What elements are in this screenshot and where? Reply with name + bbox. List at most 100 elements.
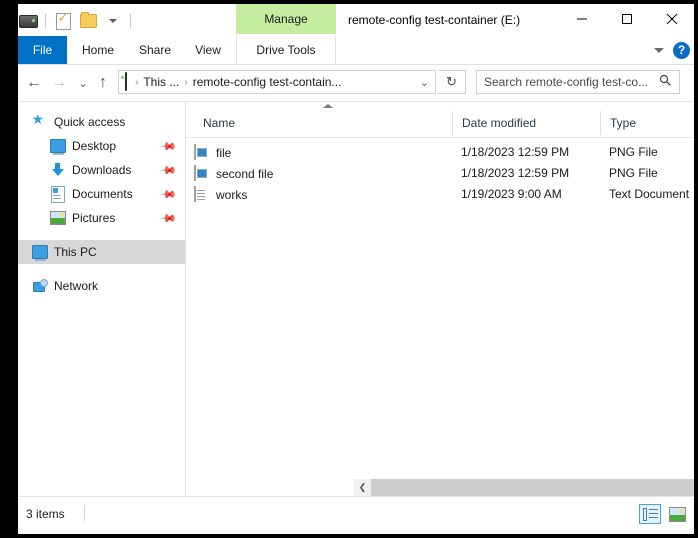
file-type-cell: Text Document bbox=[609, 187, 690, 201]
search-icon bbox=[659, 74, 672, 90]
file-rows: file 1/18/2023 12:59 PM PNG File second … bbox=[186, 142, 694, 205]
file-name-cell: file bbox=[194, 142, 231, 163]
help-button[interactable]: ? bbox=[673, 41, 690, 59]
breadcrumb-item-this-pc[interactable]: This ... bbox=[143, 75, 179, 89]
breadcrumb[interactable]: › This ... › remote-config test-contain.… bbox=[118, 70, 436, 94]
navigation-pane: Quick access Desktop 📌 Downloads 📌 Docum… bbox=[18, 102, 186, 496]
forward-button[interactable]: → bbox=[47, 71, 71, 95]
downloads-icon bbox=[50, 162, 66, 178]
file-type-cell: PNG File bbox=[609, 166, 658, 180]
minimize-button[interactable] bbox=[559, 4, 604, 34]
explorer-body: Quick access Desktop 📌 Downloads 📌 Docum… bbox=[18, 102, 694, 496]
close-button[interactable] bbox=[649, 4, 694, 34]
breadcrumb-separator: › bbox=[135, 76, 139, 88]
customize-caret-icon[interactable] bbox=[103, 11, 123, 31]
file-explorer-window: Manage remote-config test-container (E:)… bbox=[18, 4, 694, 534]
file-date-cell: 1/19/2023 9:00 AM bbox=[461, 187, 562, 201]
ribbon-tab-bar: File Home Share View Drive Tools ? bbox=[18, 36, 694, 65]
table-row[interactable]: file 1/18/2023 12:59 PM PNG File bbox=[186, 142, 694, 163]
toolbar-divider bbox=[45, 14, 46, 28]
quick-access-icon bbox=[32, 112, 48, 130]
contextual-tab-label: Manage bbox=[264, 12, 308, 26]
window-controls bbox=[559, 4, 694, 34]
sidebar-item-desktop[interactable]: Desktop 📌 bbox=[18, 134, 185, 158]
details-view-button[interactable] bbox=[639, 504, 661, 524]
sidebar-item-documents[interactable]: Documents 📌 bbox=[18, 182, 185, 206]
up-button[interactable]: ↑ bbox=[91, 71, 115, 95]
properties-icon[interactable] bbox=[53, 11, 73, 31]
column-header-type[interactable]: Type bbox=[600, 111, 694, 135]
documents-icon bbox=[50, 185, 66, 203]
status-divider bbox=[84, 505, 85, 521]
search-input[interactable]: Search remote-config test-co... bbox=[476, 70, 680, 94]
pin-icon[interactable]: 📌 bbox=[159, 185, 178, 203]
file-date-cell: 1/18/2023 12:59 PM bbox=[461, 166, 570, 180]
tab-view[interactable]: View bbox=[184, 36, 232, 64]
file-list-pane: Name Date modified Type file 1/18/2023 1… bbox=[186, 102, 694, 496]
sidebar-item-quick-access[interactable]: Quick access bbox=[18, 110, 185, 134]
tab-file[interactable]: File bbox=[18, 36, 67, 64]
refresh-button[interactable]: ↻ bbox=[438, 70, 466, 94]
sidebar-item-label: Documents bbox=[72, 187, 133, 201]
search-placeholder: Search remote-config test-co... bbox=[484, 75, 649, 89]
scrollbar-thumb[interactable] bbox=[371, 479, 694, 496]
pictures-icon bbox=[50, 210, 66, 226]
column-header-date-modified[interactable]: Date modified bbox=[452, 111, 600, 135]
breadcrumb-item-current[interactable]: remote-config test-contain... bbox=[193, 75, 342, 89]
toolbar-divider bbox=[130, 14, 131, 28]
network-icon bbox=[32, 278, 48, 294]
contextual-tab-manage[interactable]: Manage bbox=[236, 4, 336, 34]
view-mode-buttons bbox=[639, 504, 688, 524]
column-headers: Name Date modified Type bbox=[186, 111, 694, 138]
column-header-name[interactable]: Name bbox=[194, 111, 452, 135]
sidebar-item-label: Downloads bbox=[72, 163, 132, 177]
back-button[interactable]: ← bbox=[22, 71, 46, 95]
scroll-left-arrow[interactable]: ❮ bbox=[354, 479, 371, 496]
title-bar: Manage remote-config test-container (E:) bbox=[18, 4, 694, 36]
sidebar-item-network[interactable]: Network bbox=[18, 274, 185, 298]
quick-access-toolbar bbox=[18, 10, 133, 32]
file-name-label: works bbox=[216, 187, 248, 202]
sort-ascending-icon bbox=[323, 104, 333, 108]
horizontal-scrollbar[interactable]: ❮ ❯ bbox=[354, 479, 694, 496]
file-name-cell: works bbox=[194, 184, 247, 205]
this-pc-icon bbox=[32, 244, 48, 261]
file-name-label: file bbox=[216, 145, 232, 160]
pin-icon[interactable]: 📌 bbox=[159, 137, 178, 155]
sidebar-item-pictures[interactable]: Pictures 📌 bbox=[18, 206, 185, 230]
tab-share[interactable]: Share bbox=[128, 36, 182, 64]
table-row[interactable]: works 1/19/2023 9:00 AM Text Document bbox=[186, 184, 694, 205]
maximize-button[interactable] bbox=[604, 4, 649, 34]
tab-drive-tools[interactable]: Drive Tools bbox=[236, 36, 336, 64]
pin-icon[interactable]: 📌 bbox=[159, 161, 178, 179]
drive-icon[interactable] bbox=[18, 11, 38, 31]
png-file-icon bbox=[194, 143, 208, 161]
large-icons-view-button[interactable] bbox=[666, 504, 688, 524]
pin-icon[interactable]: 📌 bbox=[159, 209, 178, 227]
breadcrumb-drive-icon bbox=[125, 72, 127, 91]
breadcrumb-separator: › bbox=[184, 76, 188, 88]
sidebar-item-this-pc[interactable]: This PC bbox=[18, 240, 185, 264]
text-document-icon bbox=[194, 185, 208, 203]
chevron-down-icon[interactable] bbox=[654, 47, 664, 53]
item-count-label: 3 items bbox=[26, 507, 65, 521]
address-bar-row: ← → ⌄ ↑ › This ... › remote-config test-… bbox=[18, 65, 694, 102]
sidebar-item-label: Network bbox=[54, 279, 99, 293]
new-folder-icon[interactable] bbox=[78, 11, 98, 31]
status-bar: 3 items bbox=[18, 496, 694, 534]
window-title: remote-config test-container (E:) bbox=[348, 13, 521, 27]
sidebar-item-downloads[interactable]: Downloads 📌 bbox=[18, 158, 185, 182]
file-name-label: second file bbox=[216, 166, 274, 181]
table-row[interactable]: second file 1/18/2023 12:59 PM PNG File bbox=[186, 163, 694, 184]
file-date-cell: 1/18/2023 12:59 PM bbox=[461, 145, 570, 159]
sidebar-item-label: Quick access bbox=[54, 115, 126, 129]
sidebar-item-label: Desktop bbox=[72, 139, 117, 153]
png-file-icon bbox=[194, 164, 208, 182]
sidebar-item-label: Pictures bbox=[72, 211, 116, 225]
breadcrumb-dropdown-icon[interactable]: ⌄ bbox=[420, 76, 429, 89]
tab-home[interactable]: Home bbox=[70, 36, 126, 64]
ribbon-right-controls: ? bbox=[654, 36, 690, 64]
desktop-icon bbox=[50, 138, 66, 155]
